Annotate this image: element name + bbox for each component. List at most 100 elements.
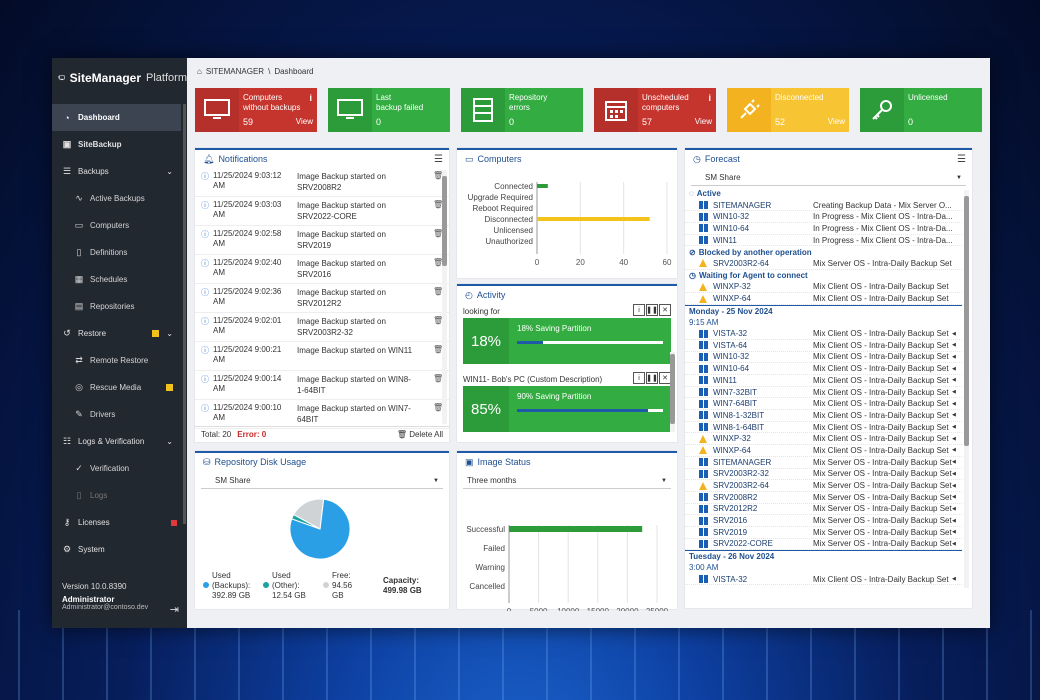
sidebar-item-backups[interactable]: ☰ Backups ⌄ [52,158,181,185]
notifications-scrollbar[interactable] [442,170,447,424]
forecast-row[interactable]: WIN10-64 Mix Client OS - Intra-Daily Back… [685,363,962,375]
repo-select[interactable]: SM Share ▼ [201,473,443,489]
sidebar-item-remote-restore[interactable]: ⇄ Remote Restore [52,347,181,374]
cancel-button[interactable]: ✕ [659,304,671,316]
notification-row[interactable]: ⓘ 11/25/2024 9:02:36 AM Image Backup starte… [195,284,449,313]
forecast-row[interactable]: WINXP-64 Mix Client OS - Intra-Daily Back… [685,445,962,457]
caret-left-icon[interactable]: ◀ [952,401,962,407]
hamburger-menu-icon[interactable]: ☰ [957,154,966,165]
sidebar-item-computers[interactable]: ▭ Computers [52,212,181,239]
notification-row[interactable]: ⓘ 11/25/2024 9:00:10 AM Image Backup starte… [195,400,449,429]
forecast-row[interactable]: WIN7-64BIT Mix Client OS - Intra-Daily Ba… [685,398,962,411]
tile-disconnected[interactable]: Disconnected 52 View [727,88,849,132]
caret-left-icon[interactable]: ◀ [952,342,962,348]
caret-left-icon[interactable]: ◀ [952,412,962,418]
forecast-row[interactable]: VISTA-64 Mix Client OS - Intra-Daily Back… [685,340,962,352]
tile-computers-without-backups[interactable]: Computers without backups i 59 View [195,88,317,132]
forecast-row[interactable]: WIN10-64 In Progress - Mix Client OS - In… [685,223,962,235]
forecast-row[interactable]: WIN11 In Progress - Mix Client OS - Intra… [685,235,962,247]
caret-left-icon[interactable]: ◀ [952,436,962,442]
forecast-row[interactable]: WINXP-32 Mix Client OS - Intra-Daily Back… [685,433,962,446]
caret-left-icon[interactable]: ◀ [952,494,962,500]
caret-left-icon[interactable]: ◀ [952,331,962,337]
activity-scrollbar[interactable] [670,352,675,432]
forecast-row[interactable]: WIN10-32 Mix Client OS - Intra-Daily Back… [685,352,962,364]
tile-last-backup-failed[interactable]: Last backup failed 0 [328,88,450,132]
sidebar-item-repositories[interactable]: ▤ Repositories [52,293,181,320]
caret-left-icon[interactable]: ◀ [952,424,962,430]
logout-icon[interactable]: ⇥ [170,603,179,616]
forecast-row[interactable]: VISTA-32 Mix Client OS - Intra-Daily Back… [685,574,962,586]
home-icon[interactable]: ⌂ [197,67,202,76]
notification-row[interactable]: ⓘ 11/25/2024 9:00:14 AM Image Backup starte… [195,371,449,400]
forecast-scrollbar[interactable] [964,190,969,588]
forecast-row[interactable]: SRV2016 Mix Server OS - Intra-Daily Backu… [685,515,962,527]
forecast-row[interactable]: WIN7-32BIT Mix Client OS - Intra-Daily Ba… [685,387,962,399]
sidebar-scrollbar[interactable] [183,104,186,524]
forecast-row[interactable]: WINXP-64 Mix Client OS - Intra-Daily Back… [685,293,962,305]
info-button[interactable]: i [633,304,645,316]
notification-row[interactable]: ⓘ 11/25/2024 9:02:40 AM Image Backup starte… [195,255,449,284]
sidebar-item-licenses[interactable]: ⚷ Licenses [52,509,181,536]
hamburger-menu-icon[interactable]: ☰ [434,154,443,165]
view-link[interactable]: View [296,117,313,127]
forecast-row[interactable]: WIN8-1-64BIT Mix Client OS - Intra-Daily … [685,422,962,434]
forecast-row[interactable]: WINXP-32 Mix Client OS - Intra-Daily Back… [685,282,962,294]
notification-row[interactable]: ⓘ 11/25/2024 9:02:58 AM Image Backup starte… [195,226,449,255]
forecast-row[interactable]: SRV2019 Mix Server OS - Intra-Daily Backu… [685,527,962,539]
view-link[interactable]: View [695,117,712,127]
sidebar-item-rescue-media[interactable]: ◎ Rescue Media [52,374,181,401]
forecast-repository-select[interactable]: SM Share ▼ [691,170,966,186]
sidebar-item-logs-verification[interactable]: ☷ Logs & Verification ⌄ [52,428,181,455]
sidebar-item-definitions[interactable]: ▯ Definitions [52,239,181,266]
notification-row[interactable]: ⓘ 11/25/2024 9:03:12 AM Image Backup starte… [195,168,449,197]
forecast-row[interactable]: SRV2008R2 Mix Server OS - Intra-Daily Bac… [685,492,962,504]
sidebar-item-drivers[interactable]: ✎ Drivers [52,401,181,428]
activity-item[interactable]: 18% 18% Saving Partition [463,318,671,364]
caret-left-icon[interactable]: ◀ [952,529,962,535]
forecast-row[interactable]: SRV2003R2-32 Mix Server OS - Intra-Daily … [685,469,962,481]
caret-left-icon[interactable]: ◀ [952,576,962,582]
sidebar-item-system[interactable]: ⚙ System [52,536,181,563]
tile-repository-errors[interactable]: Repository errors 0 [461,88,583,132]
notification-row[interactable]: ⓘ 11/25/2024 9:03:03 AM Image Backup starte… [195,197,449,226]
caret-left-icon[interactable]: ◀ [952,389,962,395]
view-link[interactable]: View [828,117,845,127]
forecast-row[interactable]: SRV2003R2-64 Mix Server OS - Intra-Daily … [685,258,962,270]
sidebar-item-schedules[interactable]: ▦ Schedules [52,266,181,293]
sidebar-item-logs[interactable]: ▯ Logs [52,482,181,509]
delete-all-button[interactable]: 🗑︎ Delete All [397,430,443,439]
notification-row[interactable]: ⓘ 11/25/2024 9:02:01 AM Image Backup starte… [195,313,449,342]
forecast-row[interactable]: WIN10-32 In Progress - Mix Client OS - In… [685,211,962,224]
forecast-row[interactable]: VISTA-32 Mix Client OS - Intra-Daily Back… [685,328,962,340]
forecast-row[interactable]: SITEMANAGER Mix Server OS - Intra-Daily B… [685,457,962,469]
notification-row[interactable]: ⓘ 11/25/2024 9:00:21 AM Image Backup starte… [195,342,449,371]
caret-left-icon[interactable]: ◀ [952,541,962,547]
forecast-row[interactable]: WIN8-1-32BIT Mix Client OS - Intra-Daily … [685,410,962,422]
caret-left-icon[interactable]: ◀ [952,506,962,512]
tile-unscheduled-computers[interactable]: Unscheduled computers i 57 View [594,88,716,132]
caret-left-icon[interactable]: ◀ [952,377,962,383]
forecast-row[interactable]: WIN11 Mix Client OS - Intra-Daily Backup … [685,375,962,387]
caret-left-icon[interactable]: ◀ [952,447,962,453]
info-button[interactable]: i [633,372,645,384]
caret-left-icon[interactable]: ◀ [952,366,962,372]
period-select[interactable]: Three months ▼ [463,473,671,489]
activity-item[interactable]: 85% 90% Saving Partition [463,386,671,432]
caret-left-icon[interactable]: ◀ [952,354,962,360]
forecast-row[interactable]: SITEMANAGER Creating Backup Data - Mix Se… [685,200,962,212]
caret-left-icon[interactable]: ◀ [952,518,962,524]
sidebar-item-verification[interactable]: ✓ Verification [52,455,181,482]
caret-left-icon[interactable]: ◀ [952,483,962,489]
tile-unlicensed[interactable]: Unlicensed 0 [860,88,982,132]
sidebar-item-dashboard[interactable]: ◔ Dashboard [52,104,181,131]
breadcrumb-root[interactable]: SITEMANAGER [206,67,264,76]
pause-button[interactable]: ❚❚ [646,372,658,384]
sidebar-item-active-backups[interactable]: ∿ Active Backups [52,185,181,212]
pause-button[interactable]: ❚❚ [646,304,658,316]
caret-left-icon[interactable]: ◀ [952,471,962,477]
forecast-row[interactable]: SRV2003R2-64 Mix Server OS - Intra-Daily … [685,480,962,492]
caret-left-icon[interactable]: ◀ [952,459,962,465]
forecast-row[interactable]: SRV2022-CORE Mix Server OS - Intra-Daily … [685,539,962,551]
forecast-row[interactable]: SRV2012R2 Mix Server OS - Intra-Daily Bac… [685,504,962,516]
